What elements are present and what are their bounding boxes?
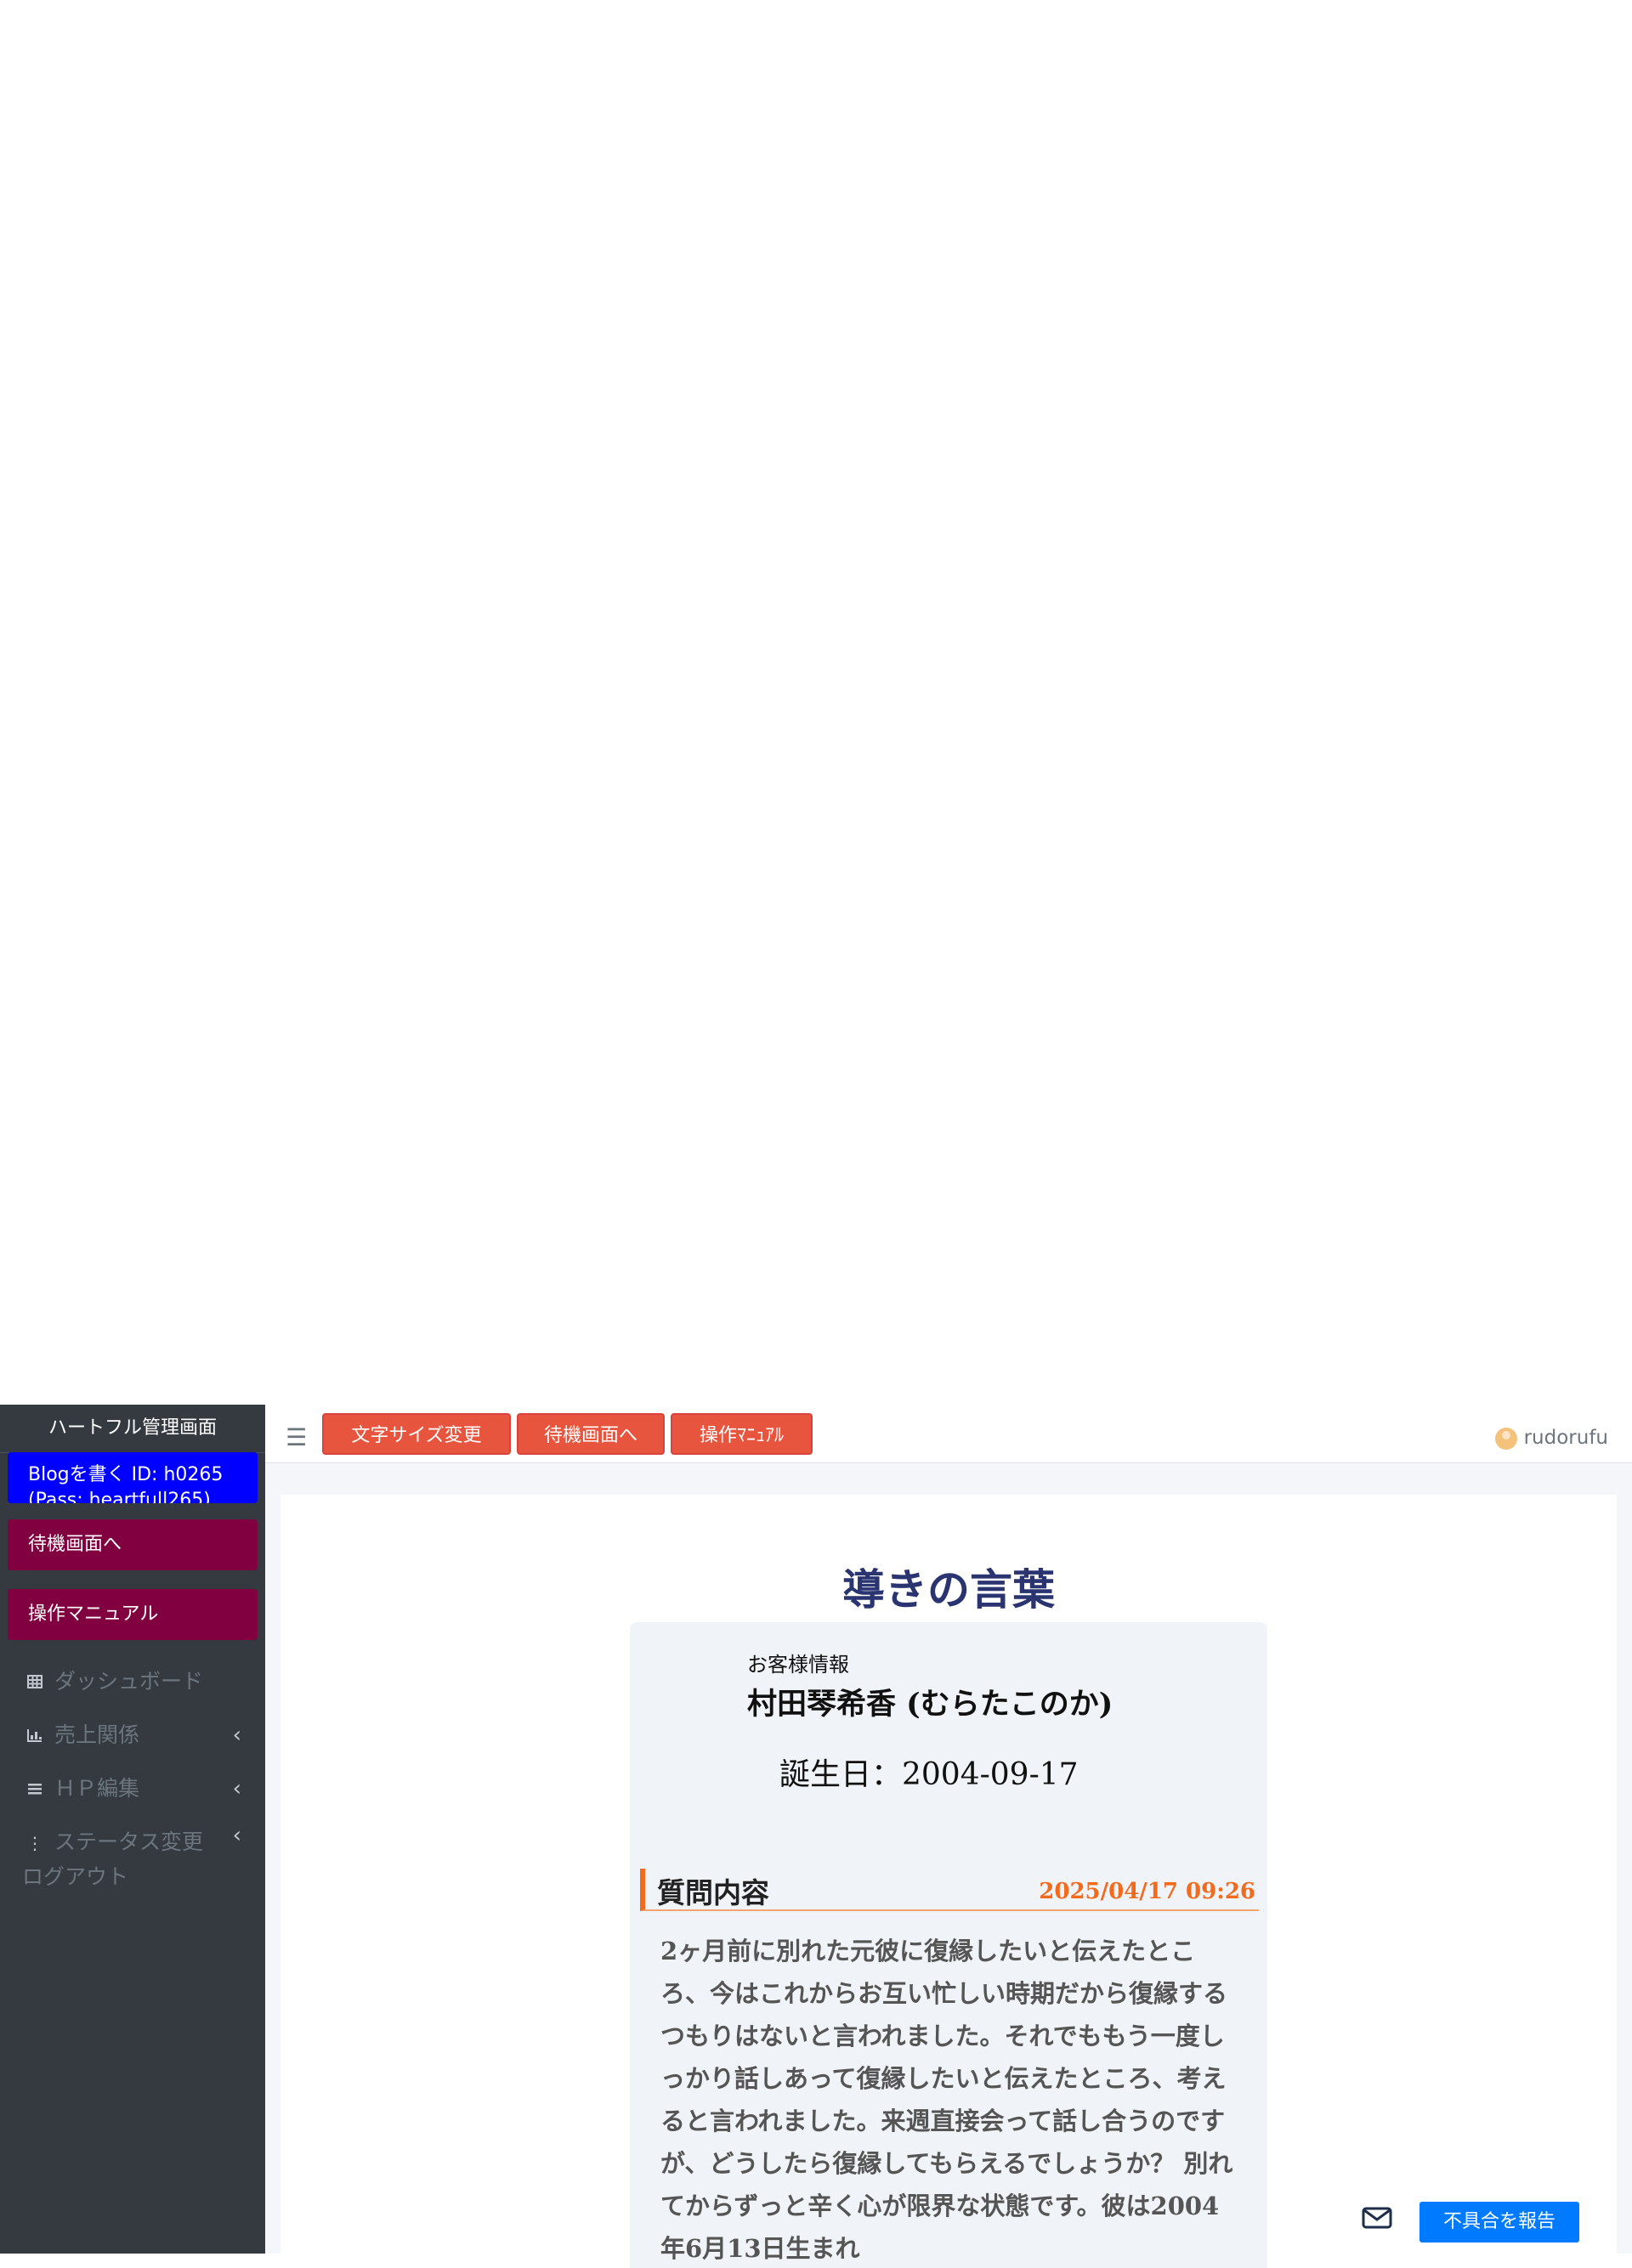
question-header: 質問内容 2025/04/17 09:26 [640,1869,1259,1911]
sidebar-manual-button[interactable]: 操作マニュアル [8,1589,258,1640]
customer-birthday: 誕生日：2004-09-17 [779,1757,1079,1792]
vertical-dots-icon: ⋮ [26,1833,43,1853]
sidebar: ハートフル管理画面 Blogを書く ID: h0265 (Pass: heart… [0,1405,265,2254]
font-size-button[interactable]: 文字サイズ変更 [322,1413,511,1455]
question-title: 質問内容 [657,1876,769,1909]
manual-button[interactable]: 操作ﾏﾆｭｱﾙ [671,1413,813,1455]
page-title: 導きの言葉 [842,1564,1055,1615]
logout-link[interactable]: ログアウト [22,1860,214,1894]
sidebar-item-hp-edit[interactable]: ＨＰ編集 ‹ [0,1765,265,1813]
question-text: 2ヶ月前に別れた元彼に復縁したいと伝えたところ、今はこれからお互い忙しい時期だか… [660,1937,1233,2263]
content-wrapper: 導きの言葉 お客様情報 村田琴希香 (むらたこのか) 誕生日：2004-09-1… [265,1463,1632,2268]
table-icon [26,1659,44,1706]
chevron-left-icon: ‹ [232,1722,241,1748]
question-datetime: 2025/04/17 09:26 [1039,1879,1255,1904]
hamburger-icon[interactable]: ☰ [286,1423,307,1451]
chevron-left-icon: ‹ [232,1823,241,1848]
list-icon [26,1766,44,1813]
sidebar-item-sales[interactable]: 売上関係 ‹ [0,1711,265,1759]
sidebar-item-dashboard[interactable]: ダッシュボード [0,1658,265,1705]
report-bug-button[interactable]: 不具合を報告 [1420,2202,1579,2243]
wait-screen-button[interactable]: 待機画面へ [517,1413,665,1455]
sidebar-item-status[interactable]: ⋮ ステータス変更 ‹ ログアウト [0,1818,265,1889]
sidebar-item-label: ダッシュボード [54,1669,204,1694]
sidebar-item-label: ステータス変更 [54,1830,204,1854]
sidebar-item-label: ＨＰ編集 [54,1776,140,1801]
username: rudorufu [1523,1427,1608,1449]
sidebar-brand[interactable]: ハートフル管理画面 [0,1405,265,1453]
customer-label: お客様情報 [747,1653,849,1677]
content-card: 導きの言葉 お客様情報 村田琴希香 (むらたこのか) 誕生日：2004-09-1… [280,1495,1617,2268]
chevron-left-icon: ‹ [232,1776,241,1801]
sidebar-wait-button[interactable]: 待機画面へ [8,1519,258,1570]
top-navbar: ☰ 文字サイズ変更 待機画面へ 操作ﾏﾆｭｱﾙ rudorufu [265,1405,1632,1463]
sidebar-item-label: 売上関係 [54,1722,140,1747]
envelope-icon[interactable] [1362,2207,1392,2229]
avatar [1494,1427,1517,1450]
customer-name: 村田琴希香 (むらたこのか) [747,1687,1114,1722]
customer-panel: お客様情報 村田琴希香 (むらたこのか) 誕生日：2004-09-17 質問内容… [630,1622,1267,2268]
chart-icon [26,1712,44,1760]
user-menu[interactable]: rudorufu [1494,1427,1608,1450]
blog-button[interactable]: Blogを書く ID: h0265 (Pass: heartfull265) [8,1452,258,1503]
